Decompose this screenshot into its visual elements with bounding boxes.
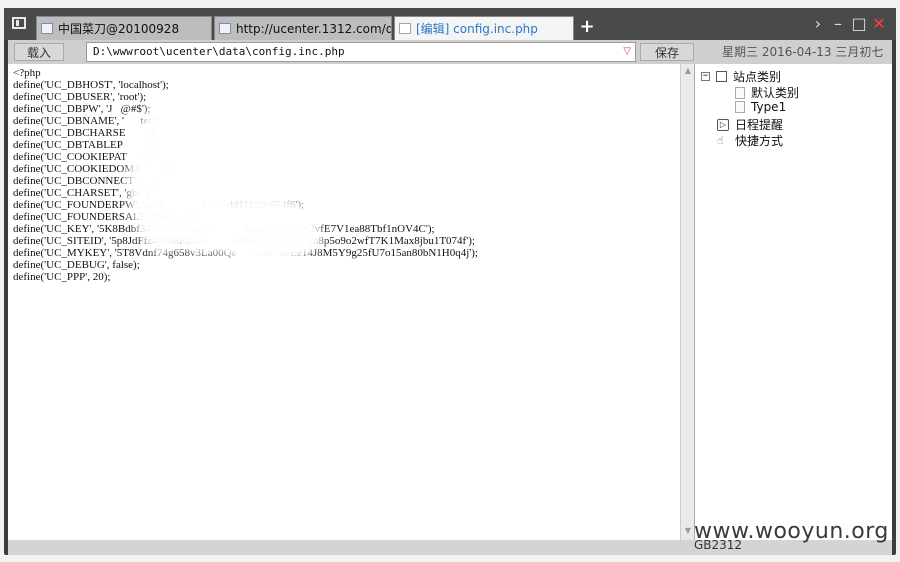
tab-label: 中国菜刀@20100928 xyxy=(58,22,180,36)
chevron-right-icon[interactable]: › xyxy=(810,15,826,33)
tree-label: Type1 xyxy=(751,100,787,114)
load-button[interactable]: 载入 xyxy=(14,43,64,61)
date-display: 星期三 2016-04-13 三月初七 xyxy=(722,45,884,59)
save-button[interactable]: 保存 xyxy=(640,43,694,61)
code-editor[interactable]: <?php define('UC_DBHOST', 'localhost'); … xyxy=(8,64,680,540)
tree-item-type1[interactable]: Type1 xyxy=(735,100,786,114)
page-icon xyxy=(735,86,745,99)
scroll-down-icon[interactable]: ▼ xyxy=(683,526,693,536)
tab-edit-config[interactable]: [编辑] config.inc.php xyxy=(394,16,574,40)
app-window: 中国菜刀@20100928 http://ucenter.1312.com/da… xyxy=(4,8,896,555)
watermark-text: www.wooyun.org xyxy=(694,519,889,544)
new-tab-button[interactable]: + xyxy=(578,16,596,38)
page-icon xyxy=(735,101,745,113)
tree-item-shortcuts[interactable]: ☝ 快捷方式 xyxy=(717,132,783,149)
chevron-down-icon[interactable]: ▽ xyxy=(623,43,631,61)
tree-item-default-category[interactable]: 默认类别 xyxy=(735,84,799,101)
app-menu-icon[interactable] xyxy=(12,17,26,29)
tab-caidao-home[interactable]: 中国菜刀@20100928 xyxy=(36,16,212,40)
checkbox-icon[interactable] xyxy=(716,71,727,82)
tree-label: 站点类别 xyxy=(733,70,782,84)
tree-label: 默认类别 xyxy=(751,86,800,100)
vertical-scrollbar[interactable]: ▲ ▼ xyxy=(680,64,694,540)
tree-label: 日程提醒 xyxy=(735,118,784,132)
tab-label: [编辑] config.inc.php xyxy=(416,22,538,36)
collapse-icon[interactable]: − xyxy=(701,72,710,81)
tree-item-schedule[interactable]: ▷ 日程提醒 xyxy=(717,116,783,133)
window-icon xyxy=(41,23,53,34)
tab-ucenter-url[interactable]: http://ucenter.1312.com/dat... xyxy=(214,16,392,40)
tree-label: 快捷方式 xyxy=(735,134,784,148)
close-button[interactable]: ✕ xyxy=(870,15,888,33)
tab-label: http://ucenter.1312.com/dat... xyxy=(236,21,391,36)
tree-item-site-category[interactable]: − 站点类别 xyxy=(701,68,781,85)
document-icon xyxy=(399,23,411,34)
scroll-up-icon[interactable]: ▲ xyxy=(683,66,693,76)
site-tree-panel: − 站点类别 默认类别 Type1 ▷ 日程提醒 ☝ 快捷方式 xyxy=(694,64,892,540)
file-path-value: D:\wwwroot\ucenter\data\config.inc.php xyxy=(93,45,345,58)
editor-toolbar: 载入 D:\wwwroot\ucenter\data\config.inc.ph… xyxy=(8,40,892,64)
schedule-icon: ▷ xyxy=(717,118,729,131)
file-path-input[interactable]: D:\wwwroot\ucenter\data\config.inc.php ▽ xyxy=(86,42,636,62)
title-bar: 中国菜刀@20100928 http://ucenter.1312.com/da… xyxy=(4,8,896,40)
folder-icon xyxy=(219,23,231,34)
hand-icon: ☝ xyxy=(717,133,724,147)
maximize-button[interactable]: □ xyxy=(850,15,868,33)
code-text[interactable]: <?php define('UC_DBHOST', 'localhost'); … xyxy=(8,64,680,283)
redaction-blur xyxy=(263,224,323,254)
minimize-button[interactable]: – xyxy=(830,15,846,33)
